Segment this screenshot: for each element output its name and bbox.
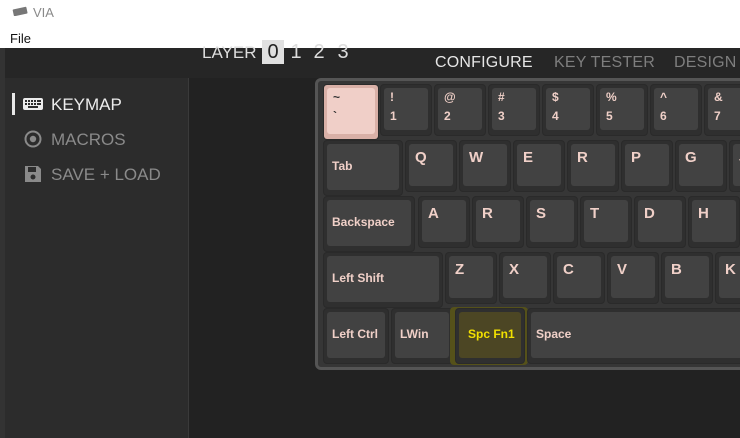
key-e[interactable]: E (514, 141, 564, 191)
key-j[interactable]: J (730, 141, 740, 191)
menu-file[interactable]: File (10, 31, 31, 46)
keyboard: ~ ` ! 1 @2 #3 $4 % 5 ^ 6 & 7 Tab Q W E R P G … (315, 78, 740, 370)
key-w[interactable]: W (460, 141, 510, 191)
key-5[interactable]: % 5 (597, 85, 647, 135)
layer-3-button[interactable]: 3 (335, 40, 351, 64)
sidebar: KEYMAP MACROS SAVE + LOAD (5, 78, 189, 438)
key-d[interactable]: D (635, 197, 685, 247)
key-left-ctrl[interactable]: Left Ctrl (324, 309, 388, 363)
key-s[interactable]: S (527, 197, 577, 247)
title-bar: VIA (0, 0, 740, 26)
key-4[interactable]: $4 (543, 85, 593, 135)
active-indicator (12, 93, 15, 115)
tab-key-tester[interactable]: KEY TESTER (554, 54, 655, 72)
key-v[interactable]: V (608, 253, 658, 303)
sidebar-item-label: SAVE + LOAD (51, 165, 161, 184)
sidebar-item-macros[interactable]: MACROS (5, 126, 188, 152)
key-r[interactable]: R (473, 197, 523, 247)
key-g[interactable]: G (676, 141, 726, 191)
sidebar-item-label: KEYMAP (51, 95, 122, 114)
key-k[interactable]: K (716, 253, 740, 303)
key-r[interactable]: R (568, 141, 618, 191)
key-lwin[interactable]: LWin (392, 309, 452, 363)
key-3[interactable]: #3 (489, 85, 539, 135)
key-grave[interactable]: ~ ` (324, 85, 378, 139)
tab-configure[interactable]: CONFIGURE (435, 54, 533, 72)
key-2[interactable]: @2 (435, 85, 485, 135)
window-title: VIA (33, 5, 54, 20)
key-x[interactable]: X (500, 253, 550, 303)
keyboard-app-icon (12, 6, 28, 16)
key-h[interactable]: H (689, 197, 739, 247)
key-1[interactable]: ! 1 (381, 85, 431, 135)
layer-1-button[interactable]: 1 (288, 40, 304, 64)
key-t[interactable]: T (581, 197, 631, 247)
record-icon (24, 130, 42, 148)
sidebar-item-save-load[interactable]: SAVE + LOAD (5, 161, 188, 187)
key-6[interactable]: ^ 6 (651, 85, 701, 135)
key-b[interactable]: B (662, 253, 712, 303)
key-left-shift[interactable]: Left Shift (324, 253, 442, 307)
keyboard-icon (23, 98, 43, 110)
key-a[interactable]: A (419, 197, 469, 247)
key-space[interactable]: Space (528, 309, 740, 363)
key-p[interactable]: P (622, 141, 672, 191)
layer-0-button[interactable]: 0 (262, 40, 284, 64)
key-q[interactable]: Q (406, 141, 456, 191)
layer-label: LAYER (202, 43, 257, 62)
sidebar-item-label: MACROS (51, 130, 126, 149)
key-tab[interactable]: Tab (324, 141, 402, 195)
key-spc-fn1[interactable]: Spc Fn1 (456, 309, 524, 363)
key-backspace[interactable]: Backspace (324, 197, 414, 251)
key-c[interactable]: C (554, 253, 604, 303)
tab-design[interactable]: DESIGN (674, 54, 737, 72)
layer-2-button[interactable]: 2 (311, 40, 327, 64)
floppy-disk-icon (25, 166, 41, 182)
key-7[interactable]: & 7 (705, 85, 740, 135)
key-z[interactable]: Z (446, 253, 496, 303)
top-nav: CONFIGURE KEY TESTER DESIGN (5, 48, 740, 78)
sidebar-item-keymap[interactable]: KEYMAP (5, 91, 188, 117)
menu-bar: File (0, 26, 740, 48)
